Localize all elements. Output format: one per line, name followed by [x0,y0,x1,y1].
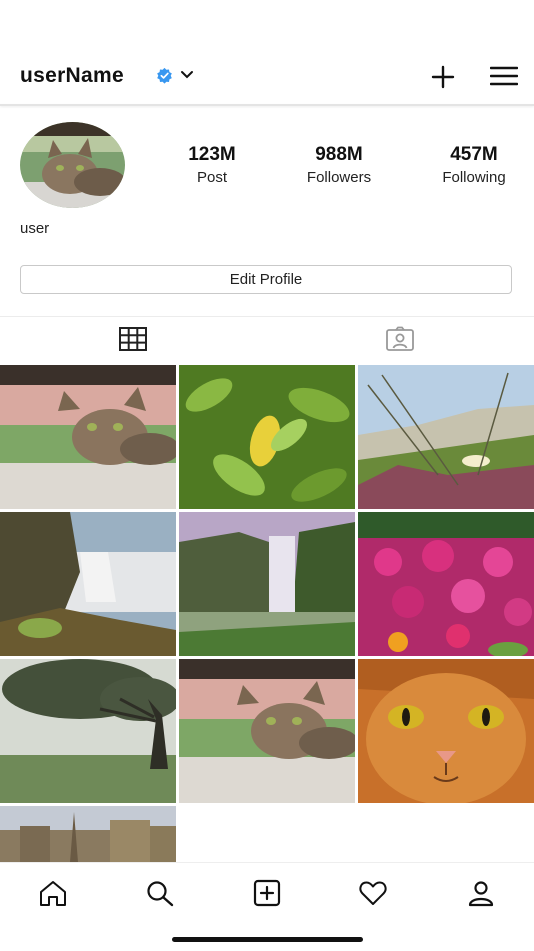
home-indicator [172,937,363,942]
stat-following-value: 457M [450,144,498,165]
post-tile-misty-waterfall[interactable] [179,512,355,656]
stat-following-label: Following [442,169,506,186]
stat-followers-value: 988M [315,144,363,165]
stat-followers[interactable]: 988M Followers [294,144,384,186]
stat-followers-label: Followers [306,169,372,186]
profile-bio-name: user [20,220,50,237]
chevron-down-icon[interactable] [180,70,194,80]
edit-profile-button[interactable]: Edit Profile [20,265,512,294]
post-tile-cat-railing[interactable] [0,365,176,509]
hamburger-menu-icon[interactable] [490,66,518,86]
post-tile-cat-railing-2[interactable] [179,659,355,803]
heart-icon[interactable] [358,879,388,907]
search-icon[interactable] [145,879,175,907]
verified-badge-icon [157,67,172,84]
stat-posts[interactable]: 123M Post [172,144,252,186]
post-tile-city-skyline[interactable] [0,806,176,862]
stat-posts-value: 123M [188,144,236,165]
post-tile-foggy-tree[interactable] [0,659,176,803]
tagged-tab-icon[interactable] [385,326,415,352]
top-bar: userName [0,48,534,104]
post-tile-waterfall-rocks[interactable] [0,512,176,656]
header-divider [0,104,534,106]
tabs-divider [0,316,534,317]
stat-following[interactable]: 457M Following [428,144,520,186]
profile-avatar[interactable] [20,122,125,208]
add-post-icon[interactable] [252,879,282,907]
plus-icon[interactable] [431,65,455,89]
post-tile-green-leaves[interactable] [179,365,355,509]
post-tile-pink-flowers[interactable] [358,512,534,656]
grid-tab-icon[interactable] [118,326,148,352]
post-tile-dune-flowers[interactable] [358,365,534,509]
profile-icon[interactable] [466,879,496,907]
stat-posts-label: Post [196,169,227,186]
post-tile-orange-cat[interactable] [358,659,534,803]
home-icon[interactable] [38,879,68,907]
profile-username[interactable]: userName [20,64,124,88]
